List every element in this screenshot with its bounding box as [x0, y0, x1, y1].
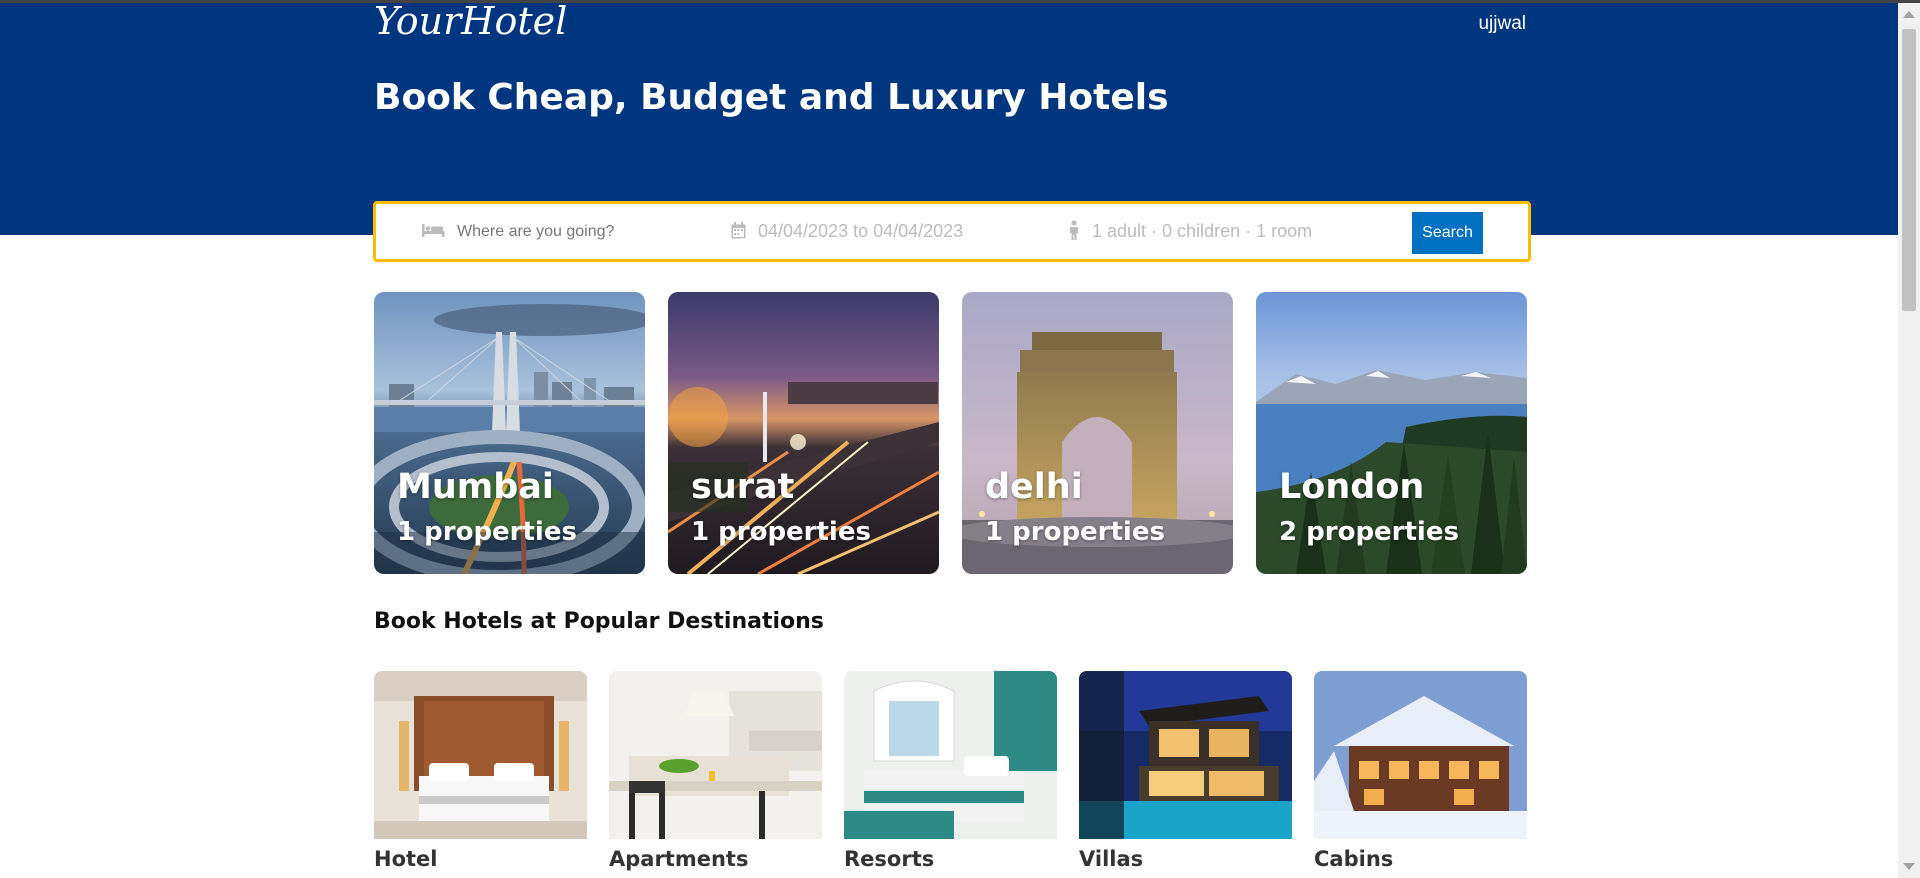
guests-field[interactable]: 1 adult · 0 children · 1 room	[1068, 204, 1312, 259]
property-type-label: Apartments	[609, 847, 749, 871]
hotel-image	[374, 671, 587, 839]
property-type-label: Villas	[1079, 847, 1144, 871]
scroll-up-arrow-icon[interactable]	[1903, 11, 1915, 18]
date-range-value: 04/04/2023 to 04/04/2023	[758, 221, 964, 241]
property-type-apartments[interactable]: Apartments	[609, 671, 822, 871]
featured-card-surat[interactable]: surat 1 properties	[668, 292, 939, 574]
property-type-label: Hotel	[374, 847, 438, 871]
property-type-villas[interactable]: Villas	[1079, 671, 1292, 871]
user-name[interactable]: ujjwal	[1478, 13, 1526, 35]
guests-value: 1 adult · 0 children · 1 room	[1092, 221, 1313, 241]
featured-card-mumbai[interactable]: Mumbai 1 properties	[374, 292, 645, 574]
hero-title: Book Cheap, Budget and Luxury Hotels	[374, 77, 1169, 118]
featured-property-count: 2 properties	[1279, 517, 1459, 547]
featured-property-count: 1 properties	[985, 517, 1165, 547]
search-bar: Where are you going? 04/04/2023 to 04/04…	[373, 201, 1531, 262]
property-type-resorts[interactable]: Resorts	[844, 671, 1057, 871]
apartments-image	[609, 671, 822, 839]
popular-destinations-title: Book Hotels at Popular Destinations	[374, 609, 824, 634]
featured-property-count: 1 properties	[691, 517, 871, 547]
featured-card-london[interactable]: London 2 properties	[1256, 292, 1527, 574]
featured-city-name: London	[1279, 467, 1425, 507]
featured-card-delhi[interactable]: delhi 1 properties	[962, 292, 1233, 574]
resorts-image	[844, 671, 1057, 839]
page: YourHotel ujjwal Book Cheap, Budget and …	[0, 3, 1898, 878]
villas-image	[1079, 671, 1292, 839]
featured-city-name: delhi	[985, 467, 1083, 507]
bed-icon	[421, 222, 445, 241]
property-type-label: Cabins	[1314, 847, 1394, 871]
logo[interactable]: YourHotel	[374, 3, 567, 43]
scroll-down-arrow-icon[interactable]	[1903, 863, 1915, 870]
search-button[interactable]: Search	[1412, 212, 1483, 254]
property-type-cabins[interactable]: Cabins	[1314, 671, 1527, 871]
destination-field[interactable]: Where are you going?	[421, 204, 614, 259]
property-type-hotel[interactable]: Hotel	[374, 671, 587, 871]
calendar-icon	[731, 221, 746, 242]
cabins-image	[1314, 671, 1527, 839]
property-types: Hotel Apartments Resorts Villas Cabins	[374, 671, 1527, 878]
property-type-label: Resorts	[844, 847, 935, 871]
page-scrollbar[interactable]	[1898, 3, 1920, 878]
featured-property-count: 1 properties	[397, 517, 577, 547]
featured-city-name: surat	[691, 467, 795, 507]
date-field[interactable]: 04/04/2023 to 04/04/2023	[731, 204, 963, 259]
featured-city-name: Mumbai	[397, 467, 554, 507]
scroll-thumb[interactable]	[1902, 29, 1916, 311]
featured-cities: Mumbai 1 properties surat 1 properties d…	[374, 292, 1527, 574]
destination-placeholder: Where are you going?	[457, 222, 615, 240]
person-icon	[1068, 220, 1080, 243]
